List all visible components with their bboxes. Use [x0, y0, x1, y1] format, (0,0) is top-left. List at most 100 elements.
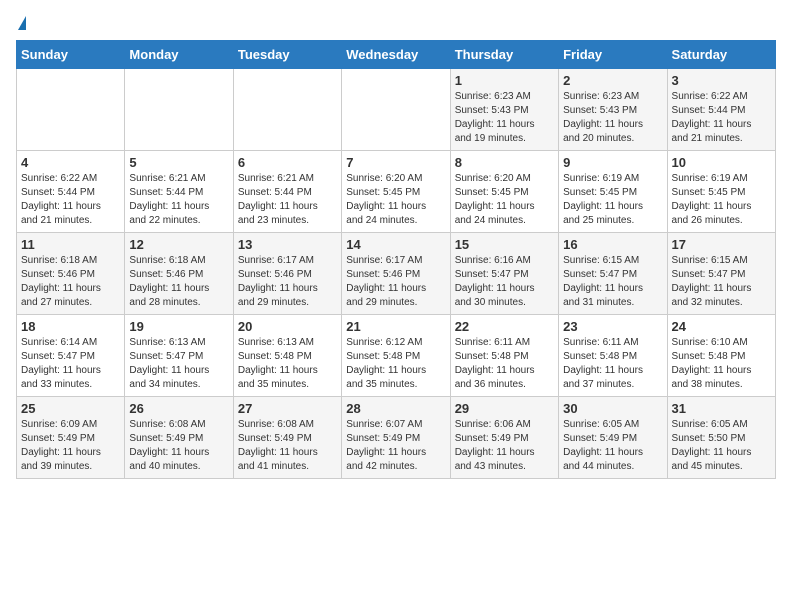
cell-date: 30 [563, 401, 662, 416]
cell-date: 10 [672, 155, 771, 170]
week-row-4: 18 Sunrise: 6:14 AM Sunset: 5:47 PM Dayli… [17, 315, 776, 397]
day-header-monday: Monday [125, 41, 233, 69]
calendar-header-row: SundayMondayTuesdayWednesdayThursdayFrid… [17, 41, 776, 69]
cell-date: 23 [563, 319, 662, 334]
calendar-cell: 21 Sunrise: 6:12 AM Sunset: 5:48 PM Dayli… [342, 315, 450, 397]
cell-info: Sunrise: 6:17 AM Sunset: 5:46 PM Dayligh… [346, 254, 445, 310]
cell-info: Sunrise: 6:05 AM Sunset: 5:49 PM Dayligh… [563, 418, 662, 474]
cell-info: Sunrise: 6:15 AM Sunset: 5:47 PM Dayligh… [563, 254, 662, 310]
calendar-cell: 22 Sunrise: 6:11 AM Sunset: 5:48 PM Dayli… [450, 315, 558, 397]
calendar-cell: 16 Sunrise: 6:15 AM Sunset: 5:47 PM Dayli… [559, 233, 667, 315]
cell-info: Sunrise: 6:09 AM Sunset: 5:49 PM Dayligh… [21, 418, 120, 474]
calendar-cell: 18 Sunrise: 6:14 AM Sunset: 5:47 PM Dayli… [17, 315, 125, 397]
calendar-cell: 3 Sunrise: 6:22 AM Sunset: 5:44 PM Daylig… [667, 69, 775, 151]
cell-info: Sunrise: 6:12 AM Sunset: 5:48 PM Dayligh… [346, 336, 445, 392]
day-header-wednesday: Wednesday [342, 41, 450, 69]
cell-info: Sunrise: 6:05 AM Sunset: 5:50 PM Dayligh… [672, 418, 771, 474]
calendar-cell [342, 69, 450, 151]
cell-date: 19 [129, 319, 228, 334]
cell-date: 7 [346, 155, 445, 170]
cell-date: 9 [563, 155, 662, 170]
calendar-cell: 20 Sunrise: 6:13 AM Sunset: 5:48 PM Dayli… [233, 315, 341, 397]
day-header-tuesday: Tuesday [233, 41, 341, 69]
calendar-cell: 2Sunrise: 6:23 AM Sunset: 5:43 PM Daylig… [559, 69, 667, 151]
calendar-cell: 8 Sunrise: 6:20 AM Sunset: 5:45 PM Daylig… [450, 151, 558, 233]
cell-date: 16 [563, 237, 662, 252]
cell-info: Sunrise: 6:11 AM Sunset: 5:48 PM Dayligh… [455, 336, 554, 392]
calendar-cell: 24Sunrise: 6:10 AM Sunset: 5:48 PM Dayli… [667, 315, 775, 397]
cell-info: Sunrise: 6:23 AM Sunset: 5:43 PM Dayligh… [563, 90, 662, 146]
cell-date: 14 [346, 237, 445, 252]
week-row-1: 1 Sunrise: 6:23 AM Sunset: 5:43 PM Daylig… [17, 69, 776, 151]
cell-info: Sunrise: 6:06 AM Sunset: 5:49 PM Dayligh… [455, 418, 554, 474]
cell-info: Sunrise: 6:08 AM Sunset: 5:49 PM Dayligh… [129, 418, 228, 474]
cell-date: 24 [672, 319, 771, 334]
cell-date: 31 [672, 401, 771, 416]
calendar-cell: 26Sunrise: 6:08 AM Sunset: 5:49 PM Dayli… [125, 397, 233, 479]
calendar-cell: 13 Sunrise: 6:17 AM Sunset: 5:46 PM Dayli… [233, 233, 341, 315]
cell-info: Sunrise: 6:18 AM Sunset: 5:46 PM Dayligh… [21, 254, 120, 310]
cell-date: 21 [346, 319, 445, 334]
calendar-cell: 17 Sunrise: 6:15 AM Sunset: 5:47 PM Dayli… [667, 233, 775, 315]
calendar-cell: 14 Sunrise: 6:17 AM Sunset: 5:46 PM Dayli… [342, 233, 450, 315]
calendar-cell: 7 Sunrise: 6:20 AM Sunset: 5:45 PM Daylig… [342, 151, 450, 233]
logo-icon [18, 16, 26, 30]
cell-date: 17 [672, 237, 771, 252]
cell-date: 6 [238, 155, 337, 170]
calendar-cell: 10 Sunrise: 6:19 AM Sunset: 5:45 PM Dayli… [667, 151, 775, 233]
calendar-cell: 6 Sunrise: 6:21 AM Sunset: 5:44 PM Daylig… [233, 151, 341, 233]
calendar-cell: 5Sunrise: 6:21 AM Sunset: 5:44 PM Daylig… [125, 151, 233, 233]
cell-info: Sunrise: 6:21 AM Sunset: 5:44 PM Dayligh… [129, 172, 228, 228]
cell-info: Sunrise: 6:08 AM Sunset: 5:49 PM Dayligh… [238, 418, 337, 474]
calendar-cell: 28Sunrise: 6:07 AM Sunset: 5:49 PM Dayli… [342, 397, 450, 479]
cell-date: 11 [21, 237, 120, 252]
calendar-cell [125, 69, 233, 151]
cell-info: Sunrise: 6:13 AM Sunset: 5:48 PM Dayligh… [238, 336, 337, 392]
week-row-3: 11 Sunrise: 6:18 AM Sunset: 5:46 PM Dayli… [17, 233, 776, 315]
page-header [16, 16, 776, 30]
cell-date: 27 [238, 401, 337, 416]
calendar-cell: 15Sunrise: 6:16 AM Sunset: 5:47 PM Dayli… [450, 233, 558, 315]
calendar-cell: 31 Sunrise: 6:05 AM Sunset: 5:50 PM Dayli… [667, 397, 775, 479]
cell-info: Sunrise: 6:18 AM Sunset: 5:46 PM Dayligh… [129, 254, 228, 310]
cell-date: 22 [455, 319, 554, 334]
cell-date: 20 [238, 319, 337, 334]
calendar-cell: 23 Sunrise: 6:11 AM Sunset: 5:48 PM Dayli… [559, 315, 667, 397]
calendar-table: SundayMondayTuesdayWednesdayThursdayFrid… [16, 40, 776, 479]
calendar-cell: 19 Sunrise: 6:13 AM Sunset: 5:47 PM Dayli… [125, 315, 233, 397]
calendar-cell [17, 69, 125, 151]
cell-date: 25 [21, 401, 120, 416]
cell-info: Sunrise: 6:22 AM Sunset: 5:44 PM Dayligh… [21, 172, 120, 228]
cell-info: Sunrise: 6:13 AM Sunset: 5:47 PM Dayligh… [129, 336, 228, 392]
cell-info: Sunrise: 6:20 AM Sunset: 5:45 PM Dayligh… [455, 172, 554, 228]
calendar-cell: 25 Sunrise: 6:09 AM Sunset: 5:49 PM Dayli… [17, 397, 125, 479]
day-header-sunday: Sunday [17, 41, 125, 69]
cell-info: Sunrise: 6:23 AM Sunset: 5:43 PM Dayligh… [455, 90, 554, 146]
cell-date: 28 [346, 401, 445, 416]
cell-date: 12 [129, 237, 228, 252]
cell-date: 8 [455, 155, 554, 170]
cell-info: Sunrise: 6:14 AM Sunset: 5:47 PM Dayligh… [21, 336, 120, 392]
cell-info: Sunrise: 6:22 AM Sunset: 5:44 PM Dayligh… [672, 90, 771, 146]
cell-info: Sunrise: 6:19 AM Sunset: 5:45 PM Dayligh… [672, 172, 771, 228]
logo [16, 16, 26, 30]
calendar-cell: 11 Sunrise: 6:18 AM Sunset: 5:46 PM Dayli… [17, 233, 125, 315]
cell-date: 3 [672, 73, 771, 88]
week-row-2: 4Sunrise: 6:22 AM Sunset: 5:44 PM Daylig… [17, 151, 776, 233]
calendar-cell: 1 Sunrise: 6:23 AM Sunset: 5:43 PM Daylig… [450, 69, 558, 151]
day-header-thursday: Thursday [450, 41, 558, 69]
cell-info: Sunrise: 6:19 AM Sunset: 5:45 PM Dayligh… [563, 172, 662, 228]
cell-info: Sunrise: 6:20 AM Sunset: 5:45 PM Dayligh… [346, 172, 445, 228]
cell-date: 1 [455, 73, 554, 88]
calendar-cell: 9 Sunrise: 6:19 AM Sunset: 5:45 PM Daylig… [559, 151, 667, 233]
cell-date: 13 [238, 237, 337, 252]
cell-info: Sunrise: 6:15 AM Sunset: 5:47 PM Dayligh… [672, 254, 771, 310]
cell-info: Sunrise: 6:11 AM Sunset: 5:48 PM Dayligh… [563, 336, 662, 392]
cell-date: 29 [455, 401, 554, 416]
cell-info: Sunrise: 6:21 AM Sunset: 5:44 PM Dayligh… [238, 172, 337, 228]
day-header-friday: Friday [559, 41, 667, 69]
cell-date: 18 [21, 319, 120, 334]
week-row-5: 25 Sunrise: 6:09 AM Sunset: 5:49 PM Dayli… [17, 397, 776, 479]
calendar-cell: 29 Sunrise: 6:06 AM Sunset: 5:49 PM Dayli… [450, 397, 558, 479]
cell-info: Sunrise: 6:17 AM Sunset: 5:46 PM Dayligh… [238, 254, 337, 310]
